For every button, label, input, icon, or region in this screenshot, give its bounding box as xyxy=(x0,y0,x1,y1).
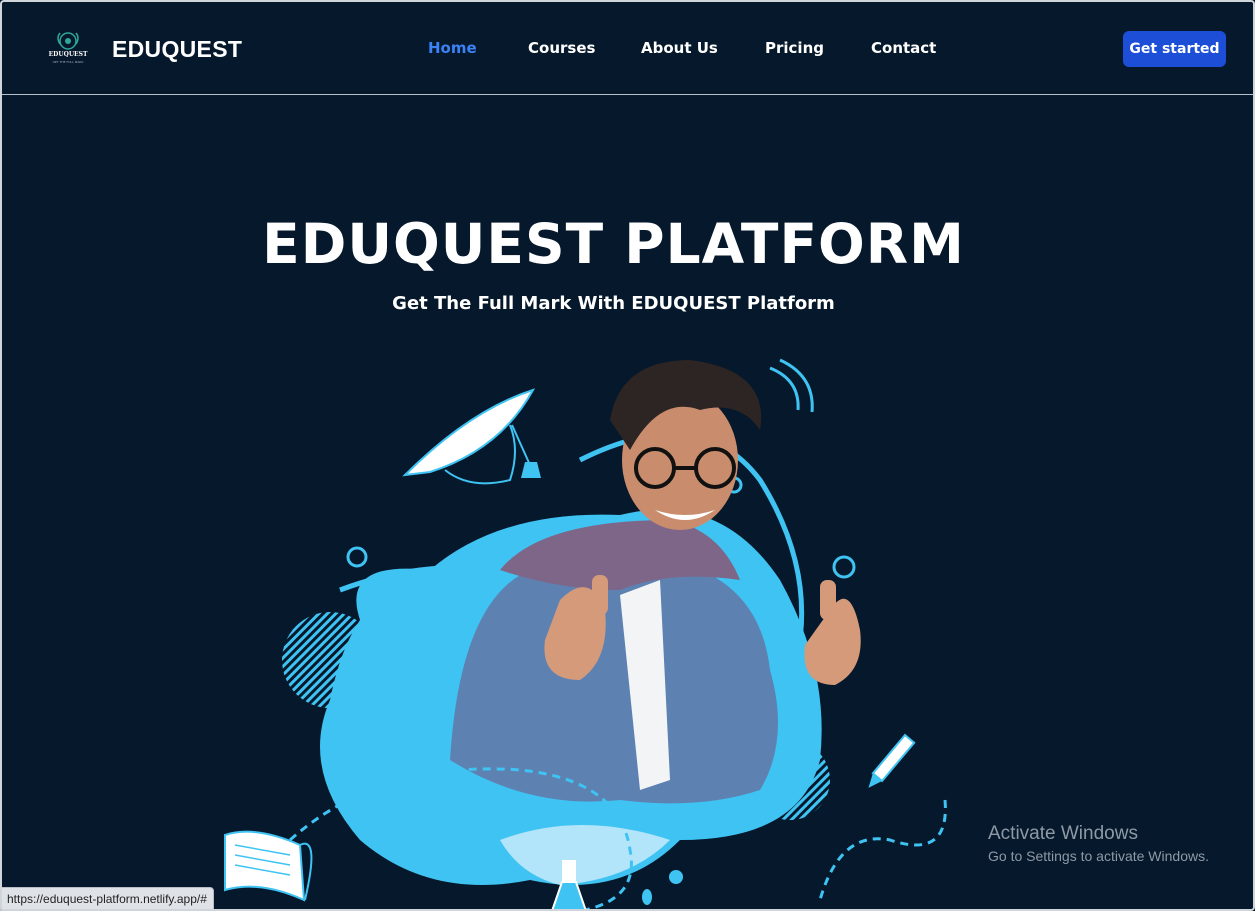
logo-tagline: GET THE FULL MARK xyxy=(53,60,85,64)
nav-home[interactable]: Home xyxy=(428,39,477,57)
activate-windows-subtitle: Go to Settings to activate Windows. xyxy=(988,848,1209,864)
pencil-icon xyxy=(868,733,916,788)
ring-icon xyxy=(832,555,856,579)
hero-subtitle: Get The Full Mark With EDUQUEST Platform xyxy=(392,293,835,314)
open-book-icon xyxy=(224,830,313,902)
nav-pricing[interactable]: Pricing xyxy=(765,39,824,57)
browser-status-url: https://eduquest-platform.netlify.app/# xyxy=(0,887,214,911)
brand-name[interactable]: EDUQUEST xyxy=(112,36,242,63)
hero-illustration xyxy=(224,358,947,911)
nav-courses[interactable]: Courses xyxy=(528,39,595,57)
nav-about-us[interactable]: About Us xyxy=(641,39,718,57)
laurel-logo-icon: EDUQUEST GET THE FULL MARK xyxy=(49,32,88,64)
top-navbar: EDUQUEST GET THE FULL MARK EDUQUEST Home… xyxy=(0,0,1255,95)
get-started-button[interactable]: Get started xyxy=(1123,31,1226,67)
ring-icon xyxy=(346,546,368,568)
brand-logo[interactable]: EDUQUEST GET THE FULL MARK xyxy=(42,30,94,66)
graduation-cap-icon xyxy=(402,388,541,485)
nav-contact[interactable]: Contact xyxy=(871,39,936,57)
hero-title: EDUQUEST PLATFORM xyxy=(262,212,965,276)
logo-text: EDUQUEST xyxy=(49,51,88,58)
activate-windows-title: Activate Windows xyxy=(988,823,1138,844)
